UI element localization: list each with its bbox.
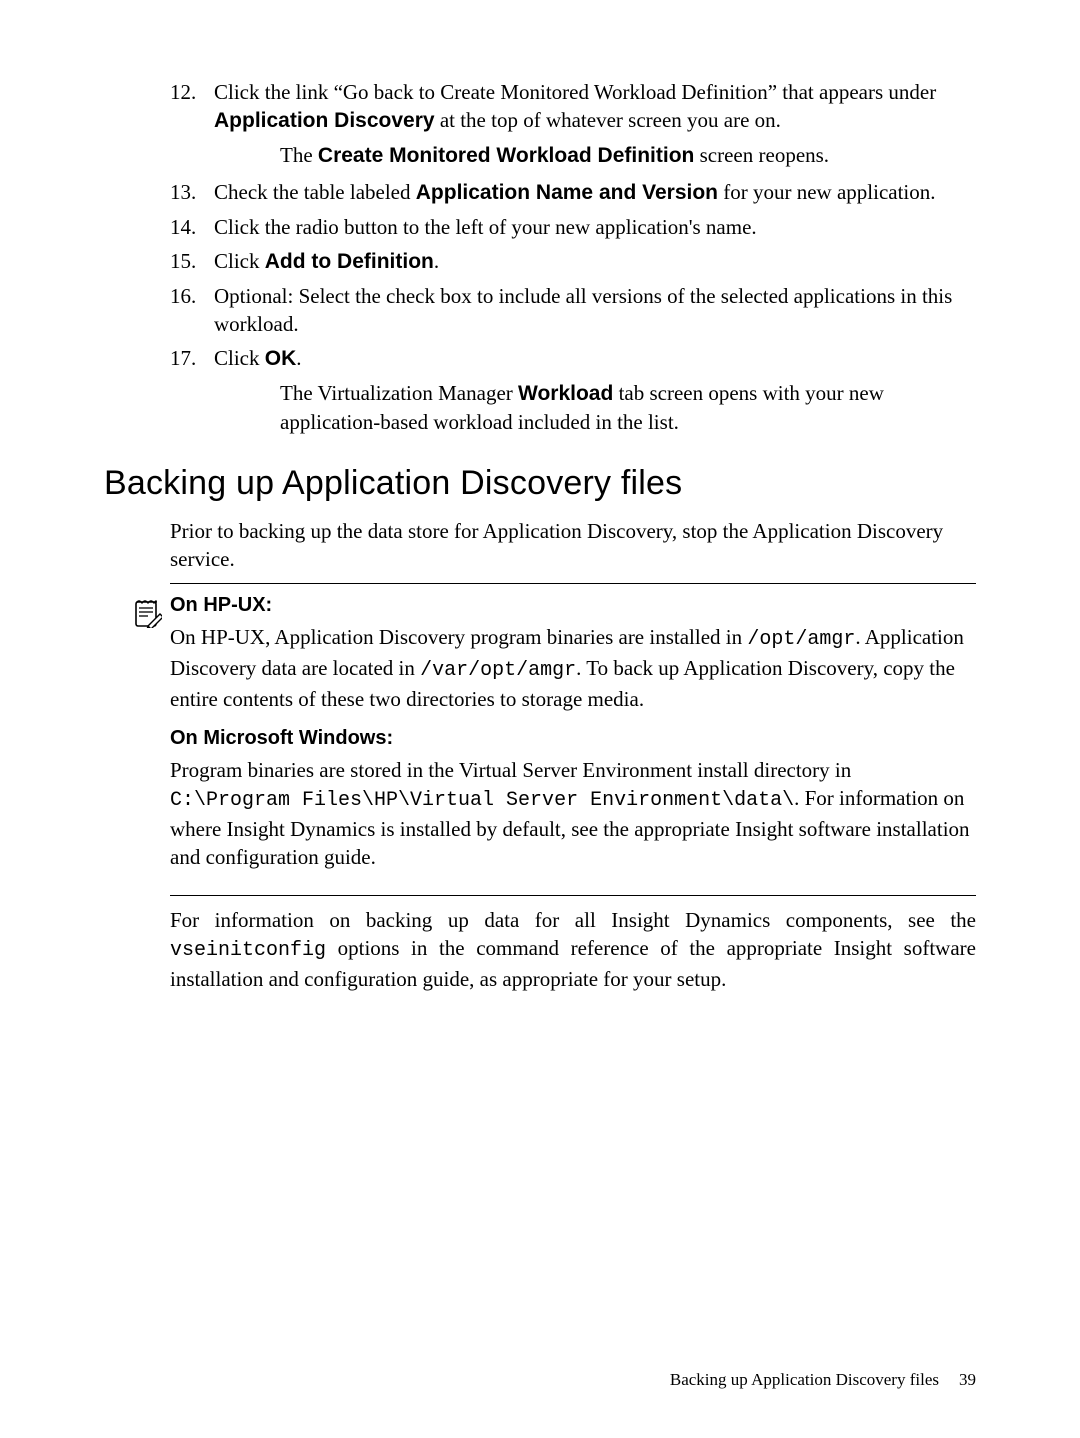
bold-term: Application Name and Version [416,181,718,204]
step-14: 14. Click the radio button to the left o… [170,213,976,241]
bold-term: Create Monitored Workload Definition [318,144,694,167]
code-command: vseinitconfig [170,939,326,962]
text-run: for your new application. [718,180,936,204]
text-run: The Virtualization Manager [280,381,518,405]
step-number: 17. [170,344,214,372]
step-text: Check the table labeled Application Name… [214,178,976,207]
document-page: 12. Click the link “Go back to Create Mo… [0,0,1080,1438]
bold-term: Application Discovery [214,109,435,132]
text-run: Click the link “Go back to Create Monito… [214,80,936,104]
divider [170,895,976,896]
divider [170,583,976,584]
step-13: 13. Check the table labeled Application … [170,178,976,207]
step-number: 12. [170,78,214,106]
note-row: On HP-UX: On HP-UX, Application Discover… [170,594,976,885]
ordered-steps: 12. Click the link “Go back to Create Mo… [170,78,976,436]
step-text: Click OK. [214,344,976,373]
step-15: 15. Click Add to Definition. [170,247,976,276]
text-run: Check the table labeled [214,180,416,204]
step-number: 13. [170,178,214,206]
text-run: For information on backing up data for a… [170,908,976,932]
step-text: Click the radio button to the left of yo… [214,213,976,241]
text-run: screen reopens. [694,143,829,167]
windows-heading: On Microsoft Windows: [170,727,976,750]
step-text: Click the link “Go back to Create Monito… [214,78,976,135]
text-run: . [434,249,439,273]
code-path: /var/opt/amgr [420,659,576,682]
note-icon [130,596,162,633]
after-note-paragraph: For information on backing up data for a… [170,906,976,993]
note-block: On HP-UX: On HP-UX, Application Discover… [170,583,976,993]
intro-paragraph: Prior to backing up the data store for A… [170,517,976,573]
step-number: 16. [170,282,214,310]
code-path: C:\Program Files\HP\Virtual Server Envir… [170,789,794,812]
text-run: On HP-UX, Application Discovery program … [170,625,747,649]
section-heading: Backing up Application Discovery files [104,464,976,503]
text-run: Program binaries are stored in the Virtu… [170,758,851,782]
step-12-sub: The Create Monitored Workload Definition… [280,141,976,170]
hpux-paragraph: On HP-UX, Application Discovery program … [170,623,976,713]
footer-text: Backing up Application Discovery files [670,1370,939,1389]
page-footer: Backing up Application Discovery files 39 [670,1370,976,1390]
step-text: Optional: Select the check box to includ… [214,282,976,338]
text-run: Click [214,249,265,273]
windows-paragraph: Program binaries are stored in the Virtu… [170,756,976,871]
step-number: 15. [170,247,214,275]
bold-term: Workload [518,382,613,405]
note-content: On HP-UX: On HP-UX, Application Discover… [170,594,976,885]
bold-term: Add to Definition [265,250,434,273]
code-path: /opt/amgr [747,628,855,651]
text-run: The [280,143,318,167]
step-12: 12. Click the link “Go back to Create Mo… [170,78,976,135]
text-run: Click [214,346,265,370]
hpux-heading: On HP-UX: [170,594,976,617]
step-17: 17. Click OK. [170,344,976,373]
step-16: 16. Optional: Select the check box to in… [170,282,976,338]
step-17-sub: The Virtualization Manager Workload tab … [280,379,976,436]
bold-term: OK [265,347,297,370]
page-number: 39 [959,1370,976,1389]
text-run: . [296,346,301,370]
text-run: at the top of whatever screen you are on… [435,108,781,132]
step-number: 14. [170,213,214,241]
step-text: Click Add to Definition. [214,247,976,276]
